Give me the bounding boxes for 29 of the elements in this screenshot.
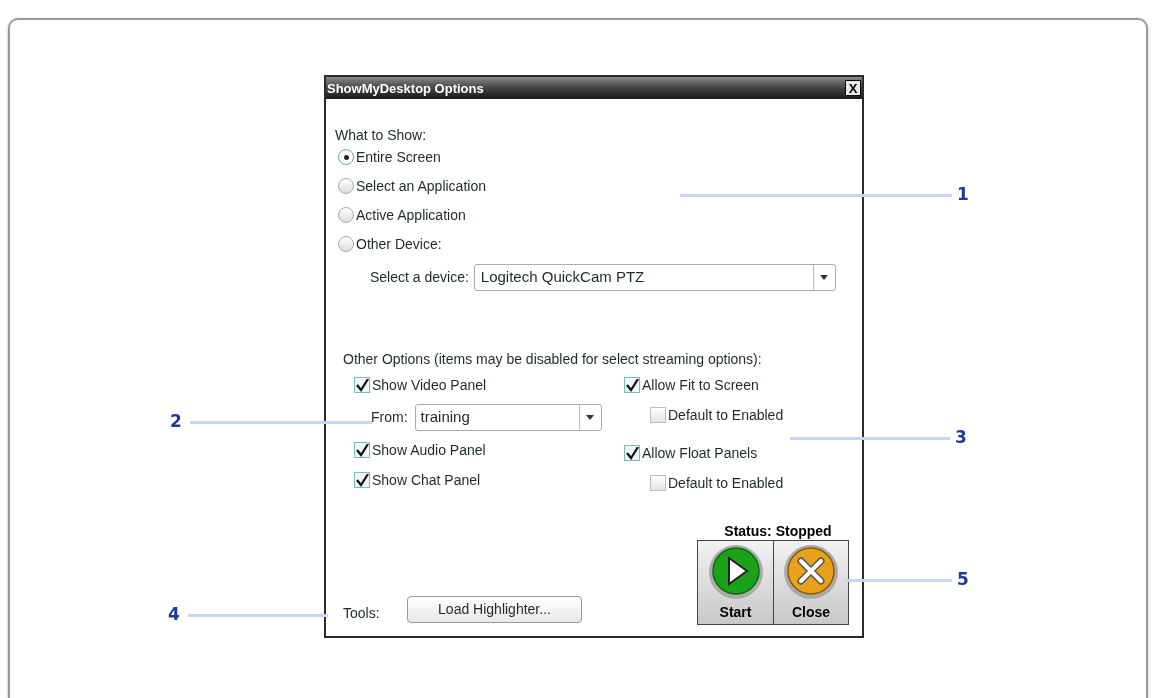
field-label: Select a device: bbox=[370, 268, 469, 287]
radio-option[interactable]: Active Application bbox=[338, 206, 486, 224]
section-label: Other Options (items may be disabled for select streaming options): bbox=[343, 350, 762, 369]
checkbox-option[interactable]: Allow Float Panels bbox=[624, 442, 844, 464]
radio-option[interactable]: Other Device: bbox=[338, 235, 486, 253]
window-title: ShowMyDesktop Options bbox=[327, 81, 484, 95]
close-button[interactable]: X bbox=[845, 80, 861, 96]
checkbox-option[interactable]: Show Chat Panel bbox=[354, 469, 614, 491]
checkbox-option[interactable]: Default to Enabled bbox=[624, 404, 844, 426]
radio-option[interactable]: Entire Screen bbox=[338, 148, 486, 166]
callout-number: 3 bbox=[955, 429, 967, 446]
status-text: Status: Stopped bbox=[723, 522, 833, 541]
checkbox-option[interactable]: Show Video Panel bbox=[354, 374, 614, 396]
start-button[interactable]: Start bbox=[698, 541, 773, 624]
close-button[interactable]: Close bbox=[773, 541, 848, 624]
field-label: Tools: bbox=[343, 604, 380, 623]
checkbox-option[interactable]: Show Audio Panel bbox=[354, 439, 614, 461]
radio-option[interactable]: Select an Application bbox=[338, 177, 486, 195]
section-label: What to Show: bbox=[335, 126, 427, 145]
load-highlighter-button[interactable]: Load Highlighter... bbox=[407, 596, 582, 623]
callout-number: 5 bbox=[957, 571, 969, 588]
field-label: From: bbox=[371, 408, 408, 427]
checkbox-option[interactable]: Allow Fit to Screen bbox=[624, 374, 844, 396]
source-dropdown[interactable]: training bbox=[414, 404, 602, 431]
callout-number: 2 bbox=[170, 413, 182, 430]
checkbox-option[interactable]: Default to Enabled bbox=[624, 472, 844, 494]
device-dropdown[interactable]: Logitech QuickCam PTZ bbox=[473, 264, 836, 291]
callout-number: 1 bbox=[957, 186, 969, 203]
callout-number: 4 bbox=[168, 606, 180, 623]
